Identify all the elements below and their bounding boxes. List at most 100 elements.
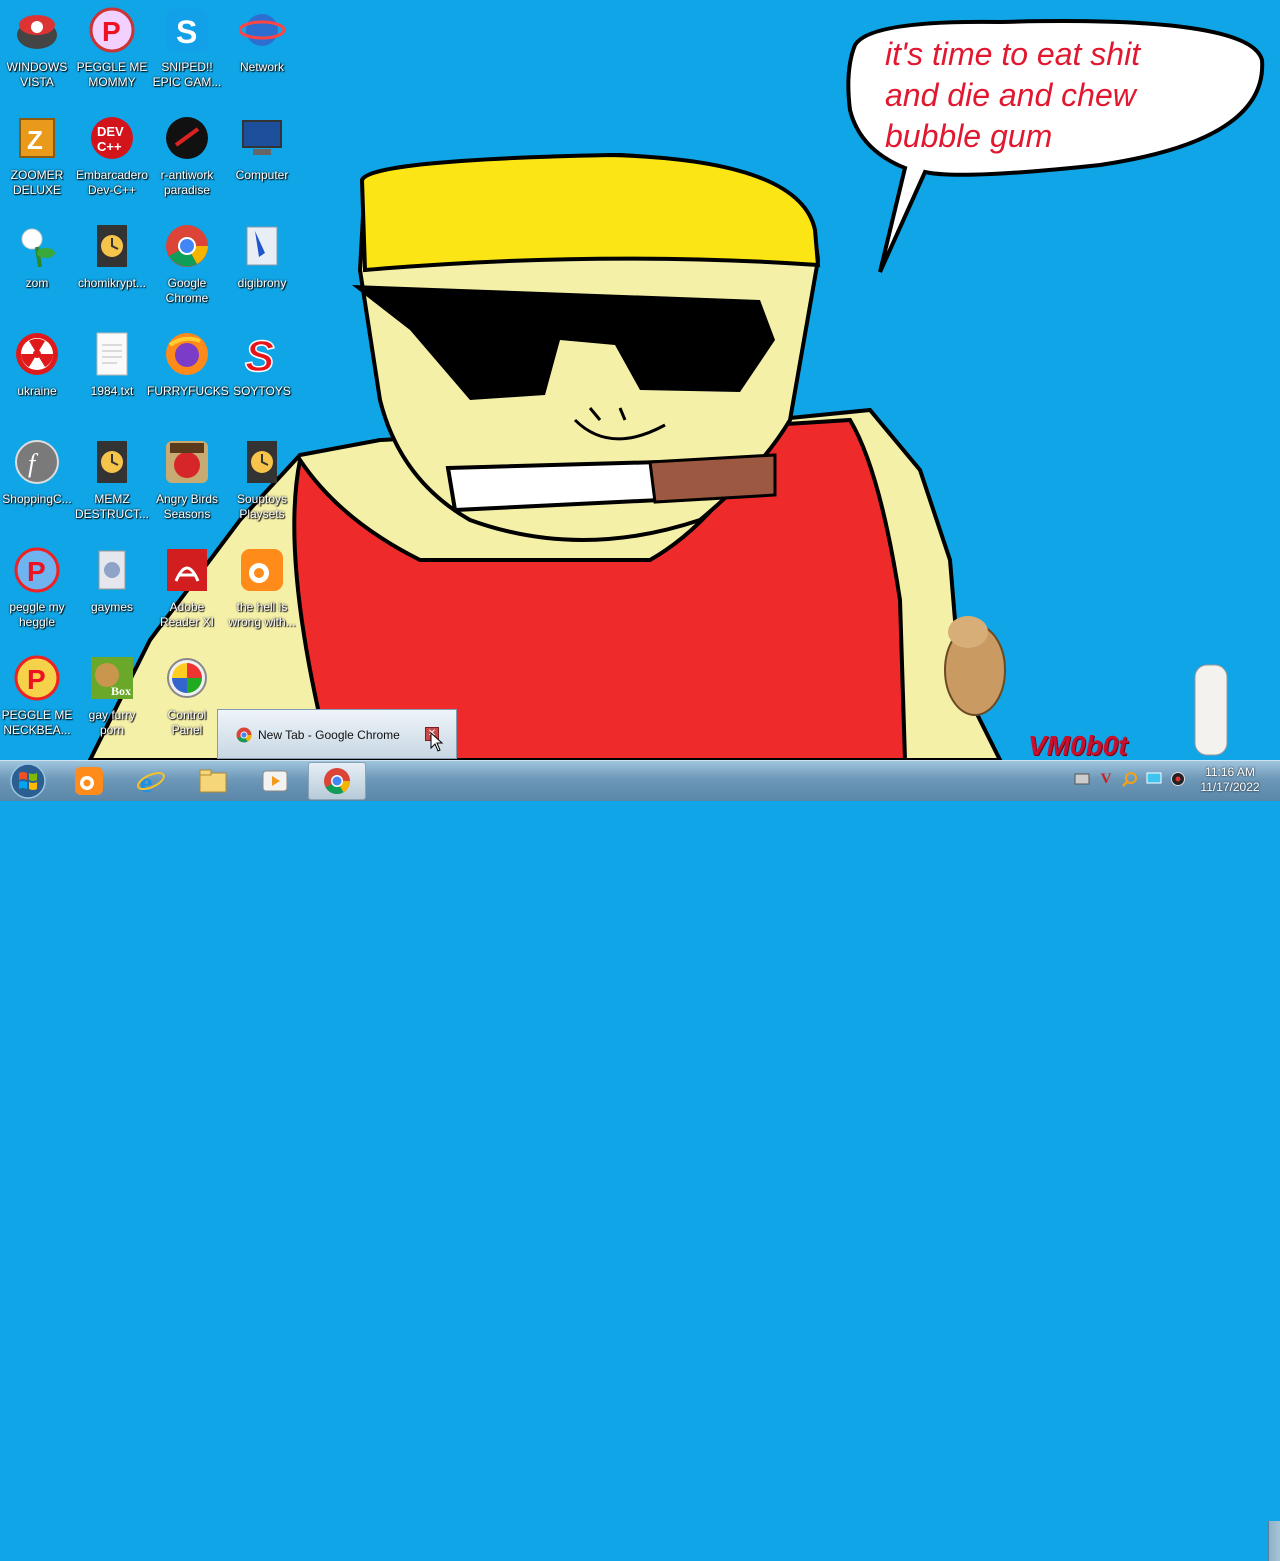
desktop-icon-label: MEMZ DESTRUCT...: [74, 492, 149, 521]
teeth: [445, 459, 662, 513]
desktop-icon-chomikrypt[interactable]: chomikrypt...: [75, 218, 149, 322]
desktop-icon-google-chrome[interactable]: Google Chrome: [150, 218, 224, 322]
desktop-icon-gay-furry-porn[interactable]: Box gay furry porn: [75, 650, 149, 754]
tray-v-icon[interactable]: V: [1097, 770, 1115, 788]
hat: [359, 152, 821, 273]
taskbar-item-uc-browser[interactable]: [60, 762, 118, 800]
desktop-icon-r-antiwork-paradise[interactable]: r-antiwork paradise: [150, 110, 224, 214]
peggle-icon: P: [13, 654, 61, 702]
desktop-icon-furryfucks[interactable]: FURRYFUCKS: [147, 326, 229, 430]
desktop-icon-label: gaymes: [90, 600, 134, 614]
desktop-icon-shoppingc[interactable]: f ShoppingC...: [0, 434, 74, 538]
svg-text:C++: C++: [97, 139, 122, 154]
desktop-icon-label: zom: [25, 276, 49, 290]
firefox-icon: [163, 330, 211, 378]
desktop-icon-computer[interactable]: Computer: [225, 110, 299, 214]
desktop-icon-zoomer-deluxe[interactable]: Z ZOOMER DELUXE: [0, 110, 74, 214]
desktop-icon-label: ZOOMER DELUXE: [10, 168, 64, 197]
taskbar-item-google-chrome[interactable]: [308, 762, 366, 800]
tray-network-icon[interactable]: [1073, 770, 1091, 788]
antiwork-icon: [163, 114, 211, 162]
desktop-icon-label: Adobe Reader XI: [159, 600, 215, 629]
desktop-icon-label: ShoppingC...: [2, 492, 72, 506]
network-icon: [238, 6, 286, 54]
tray-display-icon[interactable]: [1145, 770, 1163, 788]
desktop-icon-label: Embarcadero Dev-C++: [75, 168, 149, 197]
desktop-icon-label: WINDOWS VISTA: [6, 60, 68, 89]
windows-logo-icon: [10, 763, 46, 799]
svg-text:Box: Box: [111, 684, 131, 698]
games-folder-icon: [88, 546, 136, 594]
desktop-icon-label: Souptoys Playsets: [236, 492, 288, 521]
preview-window-title: New Tab - Google Chrome: [258, 728, 400, 742]
desktop-icon-adobe-reader-xi[interactable]: Adobe Reader XI: [150, 542, 224, 646]
peggle-icon: P: [88, 6, 136, 54]
peggle-icon: P: [13, 546, 61, 594]
taskbar-item-file-explorer[interactable]: [184, 762, 242, 800]
speech-bubble-text: it's time to eat shit and die and chew b…: [885, 36, 1141, 154]
desktop-icon-network[interactable]: Network: [225, 2, 299, 106]
desktop-icon-memz-destruct[interactable]: MEMZ DESTRUCT...: [75, 434, 149, 538]
desktop-icon-peggle-me-neckbea[interactable]: P PEGGLE ME NECKBEA...: [0, 650, 74, 754]
desktop-icon-label: digibrony: [237, 276, 287, 290]
svg-text:e: e: [140, 768, 152, 796]
start-button[interactable]: [6, 763, 50, 799]
desktop-icon-label: Network: [239, 60, 284, 74]
clock-file-icon: [238, 438, 286, 486]
desktop-icon-zom[interactable]: zom: [0, 218, 74, 322]
svg-text:DEV: DEV: [97, 124, 124, 139]
desktop-icon-peggle-me-mommy[interactable]: P PEGGLE ME MOMMY: [75, 2, 149, 106]
taskbar-item-media-player[interactable]: [246, 762, 304, 800]
desktop-icon-label: PEGGLE ME MOMMY: [76, 60, 148, 89]
uc-browser-icon: [75, 767, 103, 795]
clock-time: 11:16 AM: [1205, 765, 1255, 779]
tray-volume-icon[interactable]: [1169, 770, 1187, 788]
adobe-reader-icon: [163, 546, 211, 594]
desktop-icon-label: gay furry porn: [88, 708, 136, 737]
text-file-icon: [88, 330, 136, 378]
digibrony-icon: [238, 222, 286, 270]
soytoys-icon: S: [238, 330, 286, 378]
skype-icon: S: [163, 6, 211, 54]
tray-search-icon[interactable]: [1121, 770, 1139, 788]
chrome-icon: [236, 727, 252, 743]
taskbar-item-internet-explorer[interactable]: e: [122, 762, 180, 800]
desktop-icon-souptoys-playsets[interactable]: Souptoys Playsets: [225, 434, 299, 538]
desktop-icon-gaymes[interactable]: gaymes: [75, 542, 149, 646]
desktop-icon-angry-birds-seasons[interactable]: Angry Birds Seasons: [150, 434, 224, 538]
desktop-icon-label: ukraine: [17, 384, 57, 398]
svg-text:P: P: [102, 16, 121, 47]
desktop-icon-label: Computer: [235, 168, 289, 182]
desktop-icon-1984-txt[interactable]: 1984.txt: [75, 326, 149, 430]
desktop-icon-control-panel[interactable]: Control Panel: [150, 650, 224, 754]
svg-text:P: P: [27, 664, 46, 695]
desktop-icon-label: Angry Birds Seasons: [155, 492, 219, 521]
clock-file-icon: [88, 222, 136, 270]
clock-date: 11/17/2022: [1200, 780, 1260, 794]
taskbar-thumbnail-preview[interactable]: New Tab - Google Chrome ✕: [217, 709, 457, 759]
wallpaper-watermark: VM0b0t: [1028, 730, 1128, 760]
flash-icon: f: [13, 438, 61, 486]
desktop-icon-the-hell-is-wrong-with[interactable]: the hell is wrong with...: [225, 542, 299, 646]
media-player-icon: [262, 770, 288, 792]
radiation-icon: [13, 330, 61, 378]
desktop-icon-label: PEGGLE ME NECKBEA...: [1, 708, 73, 737]
svg-text:P: P: [27, 556, 46, 587]
desktop-icon-label: 1984.txt: [90, 384, 134, 398]
zoomer-deluxe-icon: Z: [13, 114, 61, 162]
desktop-icon-label: Google Chrome: [165, 276, 209, 305]
desktop-icon-label: FURRYFUCKS: [147, 384, 229, 398]
desktop-icon-sniped-epic-gam[interactable]: S SNIPED!! EPIC GAM...: [150, 2, 224, 106]
desktop-icon-windows-vista[interactable]: WINDOWS VISTA: [0, 2, 74, 106]
desktop-icon-ukraine[interactable]: ukraine: [0, 326, 74, 430]
taskbar-clock[interactable]: 11:16 AM 11/17/2022: [1195, 765, 1265, 795]
desktop-icon-label: Control Panel: [167, 708, 207, 737]
show-desktop-button[interactable]: [1268, 1521, 1280, 1561]
desktop-icon-peggle-my-heggle[interactable]: P peggle my heggle: [0, 542, 74, 646]
desktop-icon-label: the hell is wrong with...: [228, 600, 296, 629]
desktop-icon-soytoys[interactable]: S SOYTOYS: [225, 326, 299, 430]
desktop-icon-digibrony[interactable]: digibrony: [225, 218, 299, 322]
hamster-box-icon: Box: [88, 654, 136, 702]
desktop-icon-label: SOYTOYS: [233, 384, 291, 398]
desktop-icon-embarcadero-dev-cpp[interactable]: DEV C++ Embarcadero Dev-C++: [75, 110, 149, 214]
